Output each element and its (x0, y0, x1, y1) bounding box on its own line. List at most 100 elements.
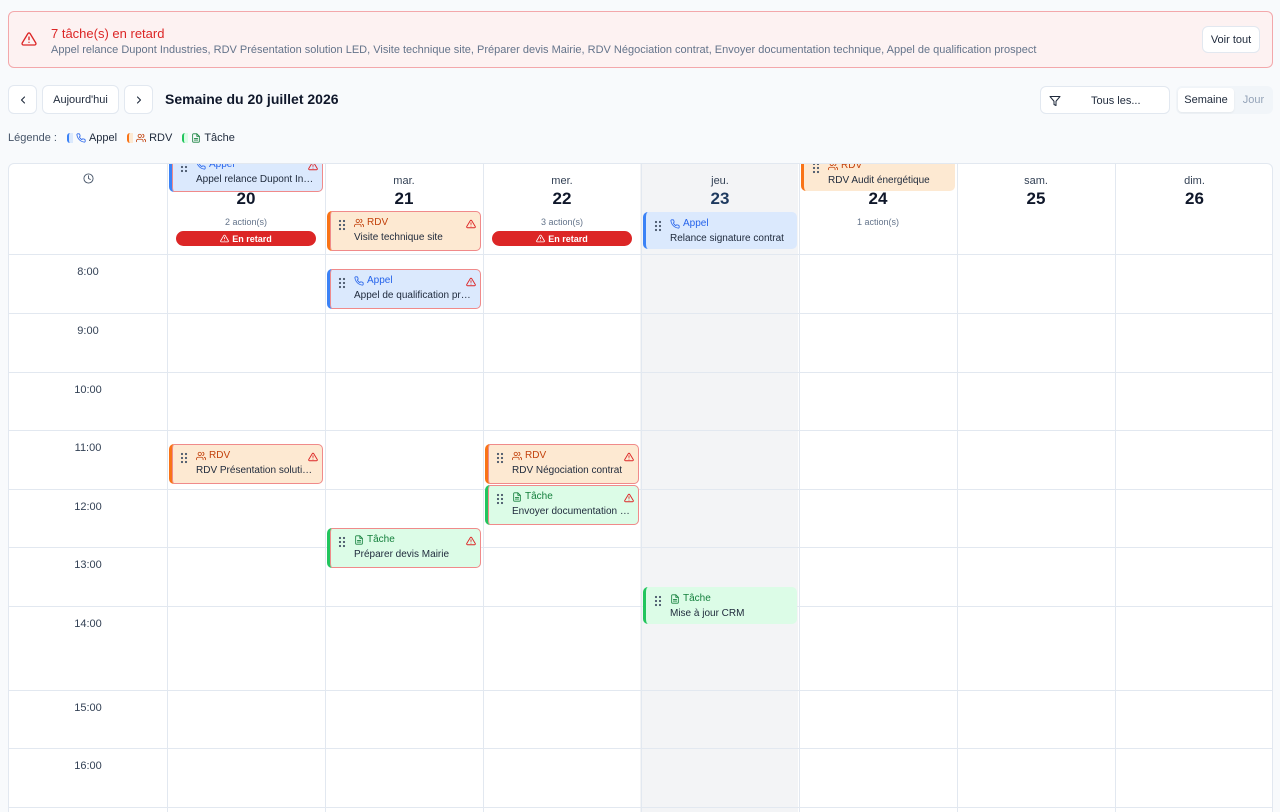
row-divider (9, 748, 1272, 749)
warning-icon (466, 277, 476, 287)
event-type-label: RDV (367, 217, 389, 228)
event-title: RDV Audit énergétique (828, 175, 930, 186)
legend-swatch-tache (182, 133, 189, 143)
event-card-appel[interactable]: Appel Appel relance Dupont Industries (169, 163, 323, 192)
time-label: 11:00 (74, 442, 102, 454)
file-text-icon (671, 593, 679, 604)
event-type: RDV (354, 217, 388, 228)
legend-swatch-appel (66, 133, 73, 143)
event-type: Appel (354, 275, 393, 286)
row-divider (9, 690, 1272, 691)
row-divider (9, 547, 1272, 548)
day-header: mer. 22 3 action(s) En retard (483, 164, 641, 254)
row-divider (9, 313, 1272, 314)
overdue-badge-label: En retard (232, 233, 272, 244)
day-header: sam. 25 (957, 164, 1115, 254)
today-button[interactable]: Aujourd'hui (42, 85, 119, 114)
warning-icon (624, 493, 634, 503)
event-type-label: RDV (209, 450, 231, 461)
overdue-warning (466, 274, 476, 287)
users-icon (136, 133, 147, 143)
event-card-appel[interactable]: Appel Relance signature contrat (643, 212, 797, 249)
drag-handle-icon[interactable] (338, 277, 346, 289)
event-card-tache[interactable]: Tâche Mise à jour CRM (643, 587, 797, 624)
event-type-label: RDV (525, 450, 547, 461)
day-number: 21 (394, 189, 414, 208)
view-day-button[interactable]: Jour (1236, 88, 1271, 112)
view-week-button[interactable]: Semaine (1178, 88, 1234, 112)
day-number: 26 (1185, 189, 1204, 208)
event-title: Mise à jour CRM (670, 608, 745, 619)
event-type: Appel (670, 218, 709, 229)
event-type: RDV (196, 450, 230, 461)
overdue-warning (466, 216, 476, 229)
warning-icon (466, 219, 476, 229)
column-divider (957, 164, 958, 812)
event-card-rdv[interactable]: RDV Visite technique site (327, 211, 481, 251)
time-label: 9:00 (77, 325, 99, 337)
event-type: Appel (196, 164, 235, 170)
phone-icon (197, 164, 206, 170)
overdue-warning (308, 449, 318, 462)
event-card-rdv[interactable]: RDV RDV Présentation solution LED (169, 444, 323, 484)
type-filter-select[interactable]: Tous les... (1040, 86, 1170, 114)
column-divider (167, 164, 168, 812)
event-card-tache[interactable]: Tâche Préparer devis Mairie (327, 528, 481, 568)
warning-icon (21, 32, 37, 46)
view-toggle: Semaine Jour (1176, 86, 1273, 114)
previous-week-button[interactable] (8, 85, 37, 114)
day-name: mar. (393, 175, 415, 187)
alert-description: Appel relance Dupont Industries, RDV Pré… (51, 44, 1037, 56)
row-divider (9, 254, 1272, 255)
row-divider (9, 606, 1272, 607)
event-type: Tâche (512, 491, 553, 502)
day-name: dim. (1184, 175, 1205, 187)
drag-handle-icon[interactable] (338, 536, 346, 548)
event-title: Envoyer documentation technique (512, 506, 631, 517)
phone-icon (76, 133, 86, 143)
day-name: sam. (1024, 175, 1048, 187)
drag-handle-icon[interactable] (654, 595, 662, 607)
drag-handle-icon[interactable] (496, 452, 504, 464)
next-week-button[interactable] (124, 85, 153, 114)
chevron-left-icon (20, 95, 25, 104)
legend-text-rdv: RDV (149, 132, 173, 144)
drag-handle-icon[interactable] (180, 452, 188, 464)
clock-icon (83, 173, 94, 184)
column-divider (1115, 164, 1116, 812)
filter-value: Tous les... (1091, 95, 1141, 107)
column-divider (325, 164, 326, 812)
drag-handle-icon[interactable] (338, 219, 346, 231)
see-all-button[interactable]: Voir tout (1202, 26, 1260, 53)
warning-icon (220, 234, 230, 243)
event-card-rdv[interactable]: RDV RDV Audit énergétique (801, 163, 955, 191)
day-action-count: 3 action(s) (540, 217, 584, 227)
day-name: mer. (551, 175, 573, 187)
day-action-count: 2 action(s) (224, 217, 268, 227)
event-card-tache[interactable]: Tâche Envoyer documentation technique (485, 485, 639, 525)
overdue-warning (466, 533, 476, 546)
legend-item-appel: Appel (66, 132, 117, 144)
event-type-label: Appel (683, 218, 709, 229)
event-card-appel[interactable]: Appel Appel de qualification prospect (327, 269, 481, 309)
column-divider (641, 164, 642, 812)
legend-swatch-rdv (127, 133, 134, 143)
overdue-badge: En retard (176, 231, 316, 246)
drag-handle-icon[interactable] (496, 493, 504, 505)
overdue-alert-banner: 7 tâche(s) en retard Appel relance Dupon… (8, 11, 1273, 68)
time-label: 13:00 (74, 559, 102, 571)
legend-label: Légende : (8, 132, 57, 144)
time-label: 10:00 (74, 384, 102, 396)
users-icon (196, 451, 206, 460)
drag-handle-icon[interactable] (812, 163, 820, 174)
day-number: 20 (236, 189, 256, 208)
column-divider (799, 164, 800, 812)
event-title: RDV Présentation solution LED (196, 465, 315, 476)
event-title: Préparer devis Mairie (354, 549, 450, 560)
warning-icon (536, 234, 546, 243)
drag-handle-icon[interactable] (654, 220, 662, 232)
drag-handle-icon[interactable] (180, 163, 188, 173)
time-label: 8:00 (77, 266, 99, 278)
event-card-rdv[interactable]: RDV RDV Négociation contrat (485, 444, 639, 484)
week-calendar-grid: lun.202 action(s)En retardmar.213 action… (8, 163, 1273, 812)
